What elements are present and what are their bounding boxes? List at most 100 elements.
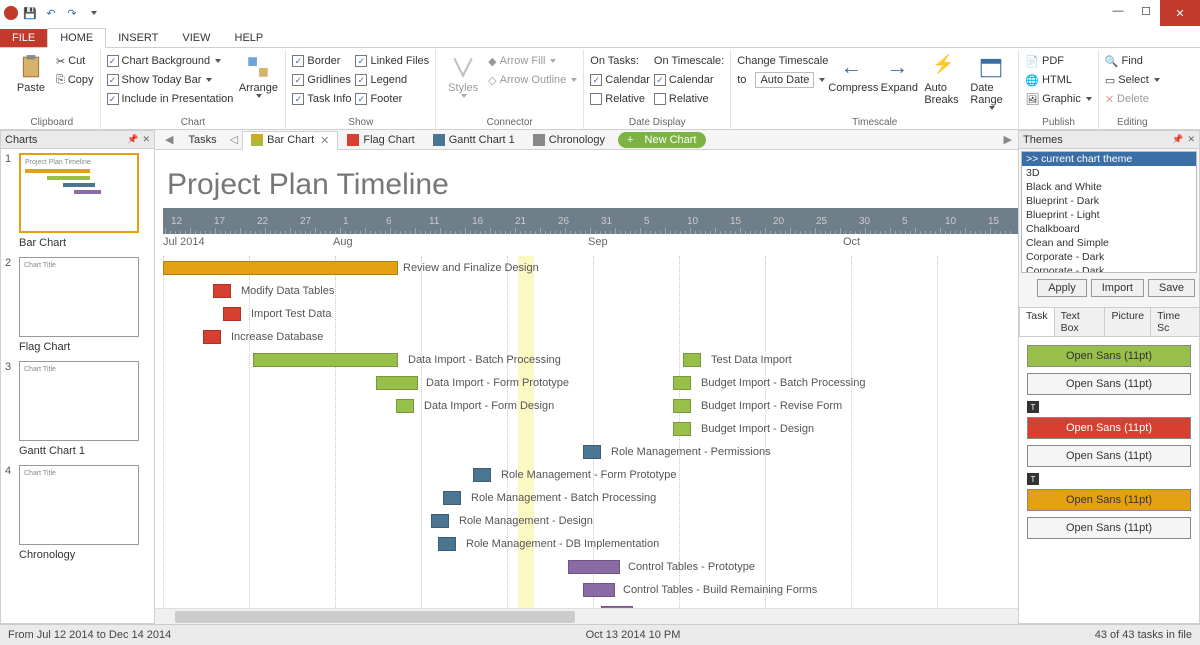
task-bar[interactable] <box>673 422 691 436</box>
task-bar[interactable] <box>438 537 456 551</box>
property-tab[interactable]: Task <box>1019 307 1055 336</box>
import-button[interactable]: Import <box>1091 279 1144 297</box>
undo-icon[interactable]: ↶ <box>42 4 60 22</box>
insert-tab[interactable]: INSERT <box>106 29 170 47</box>
theme-item[interactable]: 3D <box>1022 166 1196 180</box>
linked-files-check[interactable]: ✓Linked Files <box>355 52 429 70</box>
task-bar[interactable] <box>473 468 491 482</box>
flag-chart-tab[interactable]: Flag Chart <box>338 130 423 149</box>
apply-button[interactable]: Apply <box>1037 279 1087 297</box>
file-tab[interactable]: FILE <box>0 29 47 47</box>
task-bar[interactable] <box>213 284 231 298</box>
include-presentation-check[interactable]: ✓Include in Presentation <box>107 90 234 108</box>
qat-dropdown-icon[interactable] <box>84 4 102 22</box>
task-bar[interactable] <box>203 330 221 344</box>
tasks-calendar-check[interactable]: ✓Calendar <box>590 71 650 89</box>
theme-list[interactable]: >> current chart theme3DBlack and WhiteB… <box>1021 151 1197 273</box>
paste-button[interactable]: Paste <box>10 52 52 94</box>
text-toggle-icon[interactable]: T <box>1027 401 1039 413</box>
property-tab[interactable]: Text Box <box>1054 307 1106 336</box>
scale-relative-check[interactable]: Relative <box>654 90 724 108</box>
theme-item[interactable]: Corporate - Dark <box>1022 250 1196 264</box>
task-row[interactable]: Review and Finalize Design <box>163 256 1018 279</box>
bar-chart-tab[interactable]: Bar Chart✕ <box>242 131 338 150</box>
font-swatch-white[interactable]: Open Sans (11pt) <box>1027 445 1191 467</box>
copy-button[interactable]: ⎘Copy <box>56 71 94 89</box>
taskinfo-check[interactable]: ✓Task Info <box>292 90 351 108</box>
gantt-area[interactable]: Review and Finalize DesignModify Data Ta… <box>163 256 1018 608</box>
save-icon[interactable]: 💾 <box>21 4 39 22</box>
task-bar[interactable] <box>673 399 691 413</box>
task-bar[interactable] <box>683 353 701 367</box>
show-today-check[interactable]: ✓Show Today Bar <box>107 71 234 89</box>
chart-thumbnail[interactable]: Chart Title <box>19 257 139 337</box>
chart-background-check[interactable]: ✓Chart Background <box>107 52 234 70</box>
tabs-nav-left-icon[interactable]: ◀ <box>159 133 179 146</box>
font-swatch-white[interactable]: Open Sans (11pt) <box>1027 373 1191 395</box>
task-row[interactable]: Data Import - Form PrototypeBudget Impor… <box>163 371 1018 394</box>
cut-button[interactable]: ✂Cut <box>56 52 94 70</box>
panel-close-icon[interactable]: ✕ <box>142 134 150 145</box>
home-tab[interactable]: HOME <box>47 28 106 48</box>
task-row[interactable]: Import Test Data <box>163 302 1018 325</box>
task-row[interactable]: Role Management - Permissions <box>163 440 1018 463</box>
task-row[interactable]: Increase Database <box>163 325 1018 348</box>
font-swatch-yellow[interactable]: Open Sans (11pt) <box>1027 489 1191 511</box>
view-tab[interactable]: VIEW <box>170 29 222 47</box>
property-tab[interactable]: Time Sc <box>1150 307 1200 336</box>
new-chart-button[interactable]: + New Chart <box>618 132 705 148</box>
task-row[interactable]: Control Tables - Design <box>163 601 1018 608</box>
theme-item[interactable]: Blueprint - Dark <box>1022 194 1196 208</box>
task-bar[interactable] <box>673 376 691 390</box>
theme-item[interactable]: Black and White <box>1022 180 1196 194</box>
delete-button[interactable]: ✕Delete <box>1105 90 1160 108</box>
expand-button[interactable]: → Expand <box>878 52 920 94</box>
footer-check[interactable]: ✓Footer <box>355 90 429 108</box>
close-button[interactable]: ✕ <box>1160 0 1200 26</box>
task-bar[interactable] <box>583 583 615 597</box>
task-row[interactable]: Budget Import - Design <box>163 417 1018 440</box>
panel-close-icon[interactable]: ✕ <box>1187 134 1195 145</box>
chart-thumbnail[interactable]: Project Plan Timeline <box>19 153 139 233</box>
task-row[interactable]: Data Import - Form DesignBudget Import -… <box>163 394 1018 417</box>
tabs-nav-left2-icon[interactable]: ◁ <box>226 133 242 146</box>
minimize-button[interactable]: — <box>1104 0 1132 22</box>
task-bar[interactable] <box>568 560 620 574</box>
property-tab[interactable]: Picture <box>1104 307 1151 336</box>
task-bar[interactable] <box>443 491 461 505</box>
arrow-outline-button[interactable]: ◇Arrow Outline <box>488 71 577 89</box>
scale-calendar-check[interactable]: ✓Calendar <box>654 71 724 89</box>
theme-item[interactable]: Blueprint - Light <box>1022 208 1196 222</box>
task-bar[interactable] <box>253 353 398 367</box>
find-button[interactable]: 🔍Find <box>1105 52 1160 70</box>
theme-item[interactable]: Chalkboard <box>1022 222 1196 236</box>
task-bar[interactable] <box>163 261 398 275</box>
task-bar[interactable] <box>583 445 601 459</box>
tasks-relative-check[interactable]: Relative <box>590 90 650 108</box>
task-row[interactable]: Role Management - Design <box>163 509 1018 532</box>
horizontal-scrollbar[interactable] <box>155 608 1018 624</box>
graphic-button[interactable]: 🖼Graphic <box>1025 90 1092 108</box>
font-swatch-white[interactable]: Open Sans (11pt) <box>1027 517 1191 539</box>
theme-item[interactable]: Clean and Simple <box>1022 236 1196 250</box>
gridlines-check[interactable]: ✓Gridlines <box>292 71 351 89</box>
html-button[interactable]: 🌐HTML <box>1025 71 1092 89</box>
task-row[interactable]: Control Tables - Build Remaining Forms <box>163 578 1018 601</box>
font-swatch-green[interactable]: Open Sans (11pt) <box>1027 345 1191 367</box>
compress-button[interactable]: ← Compress <box>832 52 874 94</box>
timescale-to-select[interactable]: to Auto Date <box>737 71 828 89</box>
chart-thumbnail[interactable]: Chart Title <box>19 465 139 545</box>
task-row[interactable]: Role Management - Form Prototype <box>163 463 1018 486</box>
auto-breaks-button[interactable]: ⚡ Auto Breaks <box>924 52 966 106</box>
task-bar[interactable] <box>431 514 449 528</box>
chronology-tab[interactable]: Chronology <box>524 130 614 149</box>
task-bar[interactable] <box>376 376 418 390</box>
gantt-chart-tab[interactable]: Gantt Chart 1 <box>424 130 524 149</box>
task-bar[interactable] <box>223 307 241 321</box>
task-bar[interactable] <box>396 399 414 413</box>
task-row[interactable]: Modify Data Tables <box>163 279 1018 302</box>
text-toggle-icon[interactable]: T <box>1027 473 1039 485</box>
font-swatch-red[interactable]: Open Sans (11pt) <box>1027 417 1191 439</box>
styles-button[interactable]: Styles <box>442 52 484 98</box>
arrow-fill-button[interactable]: ◆Arrow Fill <box>488 52 577 70</box>
